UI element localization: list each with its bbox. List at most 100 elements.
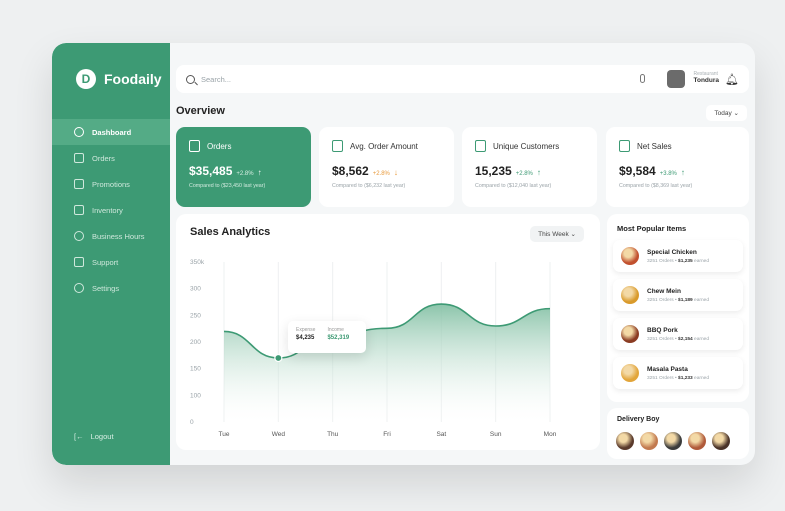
phone-icon	[74, 257, 84, 267]
stat-change: +3.8%	[659, 171, 677, 177]
gear-icon	[74, 283, 84, 293]
dish-earned-suffix: earned	[694, 336, 709, 342]
logout-button[interactable]: [← Logout	[74, 432, 114, 441]
sidebar-item-inventory[interactable]: Inventory	[52, 197, 170, 223]
sidebar-item-business-hours[interactable]: Business Hours	[52, 223, 170, 249]
sidebar-item-promotions[interactable]: Promotions	[52, 171, 170, 197]
delivery-boy-panel: Delivery Boy	[607, 408, 749, 459]
stat-title: Avg. Order Amount	[350, 141, 418, 151]
stat-title: Unique Customers	[493, 141, 560, 151]
chevron-down-icon: ⌄	[570, 231, 576, 238]
stat-title: Net Sales	[637, 141, 672, 151]
logout-icon: [←	[74, 432, 84, 441]
tooltip-income-label: Income	[327, 327, 344, 333]
range-dropdown[interactable]: Today ⌄	[706, 105, 747, 121]
stat-value: $35,485	[189, 164, 233, 178]
avatar[interactable]	[688, 432, 706, 450]
dish-orders: 3251 Orders	[647, 297, 674, 303]
stat-compare: Compared to ($12,040 last year)	[475, 183, 552, 189]
y-tick-label: 250	[190, 312, 201, 319]
avatar[interactable]	[616, 432, 634, 450]
dish-earned: $1,235	[678, 258, 693, 264]
delivery-title: Delivery Boy	[617, 416, 660, 423]
stat-card-customers[interactable]: Unique Customers 15,235 +2.8% ↑ Compared t…	[462, 127, 597, 207]
user-name: Tondura	[693, 77, 719, 84]
stat-title: Orders	[207, 141, 232, 151]
sidebar-item-label: Support	[92, 257, 119, 267]
range-value: Today	[714, 110, 732, 117]
bar-chart-icon	[619, 140, 630, 152]
tooltip-expense-value: $4,235	[296, 335, 315, 341]
sidebar-item-label: Settings	[92, 283, 120, 293]
stat-card-orders[interactable]: Orders $35,485 +2.8% ↑ Compared to ($23,45…	[176, 127, 311, 207]
sidebar-item-orders[interactable]: Orders	[52, 145, 170, 171]
search-bar[interactable]: Search... Restaurant Tondura 🔔︎	[176, 65, 749, 93]
x-tick-label: Tue	[219, 431, 230, 438]
x-tick-label: Wed	[272, 431, 286, 438]
avatar[interactable]	[640, 432, 658, 450]
dish-image	[621, 286, 639, 304]
dish-earned: $2,154	[678, 336, 693, 342]
arrow-up-icon: ↑	[257, 168, 262, 177]
dish-name: BBQ Pork	[647, 326, 678, 334]
dish-earned-suffix: earned	[694, 258, 709, 264]
list-item[interactable]: Chew Mein 3251 Orders • $1,189 earned	[613, 279, 743, 311]
dish-name: Chew Mein	[647, 287, 681, 295]
dish-orders: 3251 Orders	[647, 375, 674, 381]
arrow-up-icon: ↑	[536, 168, 541, 177]
tooltip-income-value: $52,319	[327, 335, 350, 341]
sidebar-item-label: Inventory	[92, 205, 123, 215]
dish-image	[621, 364, 639, 382]
stat-change: +2.8%	[372, 171, 390, 177]
box-icon	[74, 205, 84, 215]
stat-value: $9,584	[619, 164, 656, 178]
y-tick-label: 200	[190, 339, 201, 346]
search-input[interactable]: Search...	[201, 75, 231, 84]
microphone-icon[interactable]	[640, 74, 645, 83]
analytics-title: Sales Analytics	[190, 226, 271, 238]
stat-compare: Compared to ($23,450 last year)	[189, 183, 266, 189]
list-item[interactable]: BBQ Pork 3251 Orders • $2,154 earned	[613, 318, 743, 350]
dish-image	[621, 325, 639, 343]
y-tick-label: 150	[190, 366, 201, 373]
dish-name: Special Chicken	[647, 248, 697, 256]
week-dropdown[interactable]: This Week ⌄	[530, 226, 584, 242]
list-item[interactable]: Masala Pasta 3251 Orders • $1,233 earned	[613, 357, 743, 389]
list-item[interactable]: Special Chicken 3251 Orders • $1,235 ear…	[613, 240, 743, 272]
sidebar-item-label: Orders	[92, 153, 115, 163]
sidebar-item-label: Business Hours	[92, 231, 145, 241]
sales-analytics-panel: 350k 300 250 200 150 100 0 Tue Wed Thu Fri Sat Sun Mo…	[176, 214, 600, 450]
avatar[interactable]	[667, 70, 685, 88]
popular-items-panel: Most Popular Items Special Chicken 3251 …	[607, 214, 749, 402]
chart-tooltip: Expense $4,235 Income $52,319	[288, 321, 366, 353]
x-tick-label: Sat	[436, 431, 446, 438]
dish-earned: $1,233	[678, 375, 693, 381]
arrow-up-icon: ↑	[680, 168, 685, 177]
stat-card-net-sales[interactable]: Net Sales $9,584 +3.8% ↑ Compared to ($8,3…	[606, 127, 749, 207]
dish-earned-suffix: earned	[694, 297, 709, 303]
stat-value: $8,562	[332, 164, 369, 178]
clock-icon	[74, 231, 84, 241]
x-tick-label: Sun	[490, 431, 502, 438]
sidebar-item-settings[interactable]: Settings	[52, 275, 170, 301]
bell-icon[interactable]: 🔔︎	[725, 73, 739, 86]
chevron-down-icon: ⌄	[733, 110, 739, 117]
stat-card-avg-order[interactable]: Avg. Order Amount $8,562 +2.8% ↓ Compared …	[319, 127, 454, 207]
sidebar-item-dashboard[interactable]: Dashboard	[52, 119, 170, 145]
user-info[interactable]: Restaurant Tondura	[693, 71, 719, 84]
logout-label: Logout	[90, 432, 114, 441]
sidebar-item-support[interactable]: Support	[52, 249, 170, 275]
stat-compare: Compared to ($8,369 last year)	[619, 183, 693, 189]
dish-image	[621, 247, 639, 265]
dish-earned: $1,189	[678, 297, 693, 303]
brand-logo[interactable]: D Foodaily	[76, 69, 162, 89]
stat-value: 15,235	[475, 164, 512, 178]
avatar[interactable]	[712, 432, 730, 450]
arrow-down-icon: ↓	[393, 168, 398, 177]
sidebar-nav: Dashboard Orders Promotions Inventory Bu…	[52, 119, 170, 301]
main-content: Search... Restaurant Tondura 🔔︎ Overview…	[170, 43, 755, 465]
avatar[interactable]	[664, 432, 682, 450]
tag-icon	[74, 179, 84, 189]
app-window: D Foodaily Dashboard Orders Promotions I…	[52, 43, 755, 465]
page-title: Overview	[176, 105, 225, 117]
